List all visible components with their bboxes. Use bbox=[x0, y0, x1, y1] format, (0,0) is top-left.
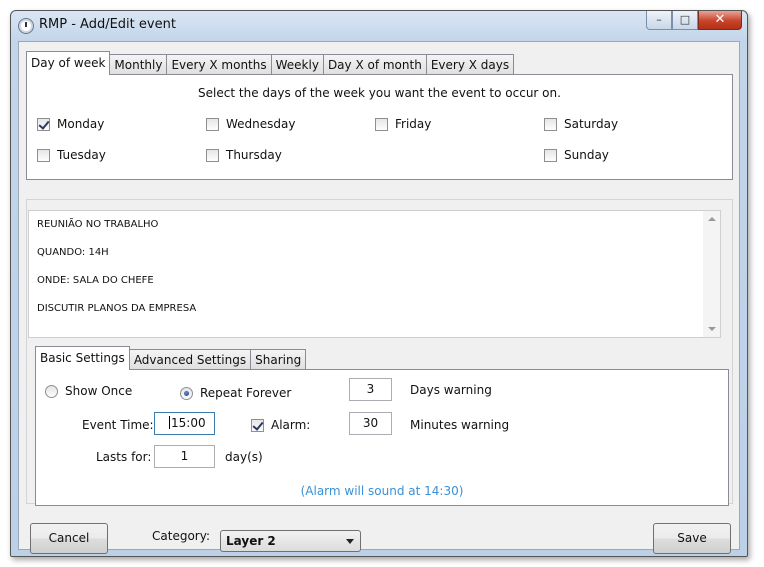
checkbox-saturday[interactable]: Saturday bbox=[544, 117, 618, 131]
memo-line: QUANDO: 14H bbox=[37, 247, 109, 258]
sunday-check-box[interactable] bbox=[544, 148, 557, 162]
monday-check-box[interactable] bbox=[37, 117, 50, 131]
repeat-forever-radio-dot[interactable] bbox=[180, 386, 193, 400]
tab-monthly[interactable]: Monthly bbox=[109, 54, 167, 75]
minutes-warning-input[interactable]: 30 bbox=[349, 412, 392, 435]
friday-check-box[interactable] bbox=[375, 117, 388, 131]
alarm-check-box[interactable] bbox=[251, 418, 264, 432]
saturday-check-box[interactable] bbox=[544, 117, 557, 131]
event-time-input[interactable]: 15:00 bbox=[154, 412, 215, 435]
memo-line: DISCUTIR PLANOS DA EMPRESA bbox=[37, 303, 197, 314]
tuesday-check-box[interactable] bbox=[37, 148, 50, 162]
dialog-body: Day of week Monthly Every X months Weekl… bbox=[18, 41, 740, 554]
memo-line: REUNIÃO NO TRABALHO bbox=[37, 219, 159, 230]
window-title: RMP - Add/Edit event bbox=[39, 17, 176, 32]
tuesday-label: Tuesday bbox=[57, 148, 106, 162]
tab-basic-settings[interactable]: Basic Settings bbox=[35, 346, 130, 370]
event-time-value: 15:00 bbox=[171, 416, 206, 430]
day-of-week-panel: Select the days of the week you want the… bbox=[26, 74, 733, 180]
wednesday-check-box[interactable] bbox=[206, 117, 219, 131]
event-description-memo[interactable]: REUNIÃO NO TRABALHO QUANDO: 14H ONDE: SA… bbox=[28, 210, 721, 338]
checkbox-wednesday[interactable]: Wednesday bbox=[206, 117, 295, 131]
show-once-label: Show Once bbox=[65, 384, 133, 398]
tab-every-x-months[interactable]: Every X months bbox=[166, 54, 271, 75]
sunday-label: Sunday bbox=[564, 148, 609, 162]
basic-settings-panel: Show Once Repeat Forever 3 Days warning … bbox=[35, 369, 729, 506]
show-once-radio-dot[interactable] bbox=[45, 384, 58, 398]
thursday-check-box[interactable] bbox=[206, 148, 219, 162]
minimize-button[interactable]: – bbox=[646, 11, 672, 30]
scroll-down-arrow-icon[interactable] bbox=[708, 327, 716, 331]
wednesday-label: Wednesday bbox=[226, 117, 296, 131]
checkbox-monday[interactable]: Monday bbox=[37, 117, 104, 131]
thursday-label: Thursday bbox=[226, 148, 282, 162]
repeat-forever-label: Repeat Forever bbox=[200, 386, 292, 400]
tab-every-x-days[interactable]: Every X days bbox=[425, 54, 515, 75]
minutes-warning-label: Minutes warning bbox=[410, 418, 510, 432]
checkbox-thursday[interactable]: Thursday bbox=[206, 148, 282, 162]
alarm-label: Alarm: bbox=[271, 418, 311, 432]
tab-sharing[interactable]: Sharing bbox=[250, 349, 307, 370]
event-dialog: RMP - Add/Edit event – □ ✕ Day of week M… bbox=[10, 10, 748, 557]
checkbox-tuesday[interactable]: Tuesday bbox=[37, 148, 106, 162]
tab-weekly[interactable]: Weekly bbox=[270, 54, 323, 75]
days-warning-label: Days warning bbox=[410, 383, 492, 397]
save-button[interactable]: Save bbox=[653, 523, 731, 554]
friday-label: Friday bbox=[395, 117, 432, 131]
category-select[interactable]: Layer 2 bbox=[220, 530, 361, 552]
lasts-for-label: Lasts for: bbox=[96, 450, 152, 464]
clock-icon bbox=[18, 18, 34, 34]
monday-label: Monday bbox=[57, 117, 105, 131]
recurrence-tabstrip: Day of week Monthly Every X months Weekl… bbox=[26, 51, 515, 75]
lasts-for-unit: day(s) bbox=[225, 450, 263, 464]
saturday-label: Saturday bbox=[564, 117, 619, 131]
close-button[interactable]: ✕ bbox=[698, 11, 742, 30]
settings-tabstrip: Basic Settings Advanced Settings Sharing bbox=[35, 346, 307, 370]
event-time-label: Event Time: bbox=[82, 418, 154, 432]
title-bar[interactable]: RMP - Add/Edit event – □ ✕ bbox=[11, 11, 747, 41]
repeat-forever-radio[interactable]: Repeat Forever bbox=[180, 386, 291, 400]
days-warning-input[interactable]: 3 bbox=[349, 378, 392, 401]
alarm-checkbox[interactable]: Alarm: bbox=[251, 418, 310, 432]
chevron-down-icon[interactable] bbox=[346, 539, 354, 544]
scroll-up-arrow-icon[interactable] bbox=[708, 217, 716, 221]
category-label: Category: bbox=[152, 529, 210, 543]
show-once-radio[interactable]: Show Once bbox=[45, 384, 132, 398]
checkbox-friday[interactable]: Friday bbox=[375, 117, 431, 131]
day-of-week-instruction: Select the days of the week you want the… bbox=[198, 86, 561, 100]
lasts-for-input[interactable]: 1 bbox=[154, 445, 215, 468]
maximize-button[interactable]: □ bbox=[672, 11, 698, 30]
memo-scrollbar[interactable] bbox=[703, 211, 720, 337]
memo-line: ONDE: SALA DO CHEFE bbox=[37, 275, 154, 286]
cancel-button[interactable]: Cancel bbox=[30, 523, 108, 554]
tab-day-x-of-month[interactable]: Day X of month bbox=[322, 54, 426, 75]
alarm-message: (Alarm will sound at 14:30) bbox=[300, 484, 464, 498]
checkbox-sunday[interactable]: Sunday bbox=[544, 148, 609, 162]
text-caret bbox=[169, 416, 170, 429]
tab-advanced-settings[interactable]: Advanced Settings bbox=[128, 349, 251, 370]
category-value: Layer 2 bbox=[226, 534, 276, 548]
tab-day-of-week[interactable]: Day of week bbox=[26, 51, 111, 75]
